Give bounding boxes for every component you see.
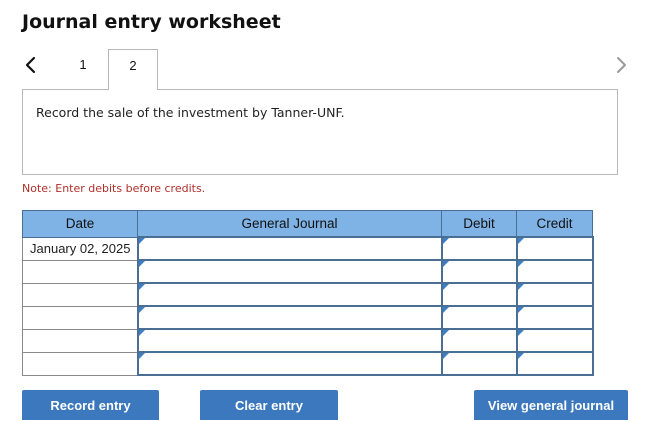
date-cell: January 02, 2025 (22, 236, 138, 261)
account-input[interactable] (136, 236, 443, 261)
credit-input[interactable] (515, 236, 594, 261)
date-cell (22, 282, 138, 307)
input-marker-icon (442, 238, 449, 244)
input-marker-icon (442, 261, 449, 267)
chevron-left-icon[interactable] (20, 52, 42, 78)
table-row (22, 259, 594, 284)
dropdown-marker-icon (138, 353, 145, 359)
input-marker-icon (442, 307, 449, 313)
tab-1[interactable]: 1 (58, 49, 108, 89)
table-row (22, 328, 594, 353)
date-cell (22, 328, 138, 353)
dropdown-marker-icon (138, 307, 145, 313)
tab-2[interactable]: 2 (108, 49, 158, 90)
table-row (22, 351, 594, 376)
input-marker-icon (442, 353, 449, 359)
instruction-text: Record the sale of the investment by Tan… (36, 105, 345, 120)
journal-table: Date General Journal Debit Credit Januar… (22, 210, 594, 376)
date-cell (22, 351, 138, 376)
column-header-general-journal: General Journal (137, 210, 442, 238)
debit-input[interactable] (440, 351, 518, 376)
input-marker-icon (517, 353, 524, 359)
input-marker-icon (517, 330, 524, 336)
account-input[interactable] (136, 305, 443, 330)
date-cell (22, 259, 138, 284)
input-marker-icon (517, 261, 524, 267)
table-row (22, 305, 594, 330)
account-input[interactable] (136, 259, 443, 284)
instruction-panel: Record the sale of the investment by Tan… (22, 89, 618, 175)
input-marker-icon (517, 307, 524, 313)
input-marker-icon (517, 284, 524, 290)
table-row (22, 282, 594, 307)
debit-input[interactable] (440, 282, 518, 307)
input-marker-icon (517, 238, 524, 244)
debit-input[interactable] (440, 305, 518, 330)
debit-input[interactable] (440, 328, 518, 353)
account-input[interactable] (136, 282, 443, 307)
dropdown-marker-icon (138, 261, 145, 267)
column-header-credit: Credit (516, 210, 593, 238)
view-general-journal-button[interactable]: View general journal (474, 390, 628, 420)
date-cell (22, 305, 138, 330)
input-marker-icon (442, 330, 449, 336)
record-entry-button[interactable]: Record entry (22, 390, 159, 420)
credit-input[interactable] (515, 351, 594, 376)
debit-input[interactable] (440, 259, 518, 284)
table-header-row: Date General Journal Debit Credit (22, 210, 593, 238)
column-header-debit: Debit (441, 210, 517, 238)
credit-input[interactable] (515, 282, 594, 307)
debit-input[interactable] (440, 236, 518, 261)
dropdown-marker-icon (138, 330, 145, 336)
page-title: Journal entry worksheet (22, 11, 281, 33)
dropdown-marker-icon (138, 284, 145, 290)
credit-input[interactable] (515, 328, 594, 353)
dropdown-marker-icon (138, 238, 145, 244)
input-marker-icon (442, 284, 449, 290)
note-text: Note: Enter debits before credits. (22, 182, 206, 195)
clear-entry-button[interactable]: Clear entry (200, 390, 338, 420)
chevron-right-icon[interactable] (610, 52, 632, 78)
account-input[interactable] (136, 328, 443, 353)
table-row: January 02, 2025 (22, 236, 594, 261)
credit-input[interactable] (515, 259, 594, 284)
credit-input[interactable] (515, 305, 594, 330)
account-input[interactable] (136, 351, 443, 376)
column-header-date: Date (22, 210, 138, 238)
